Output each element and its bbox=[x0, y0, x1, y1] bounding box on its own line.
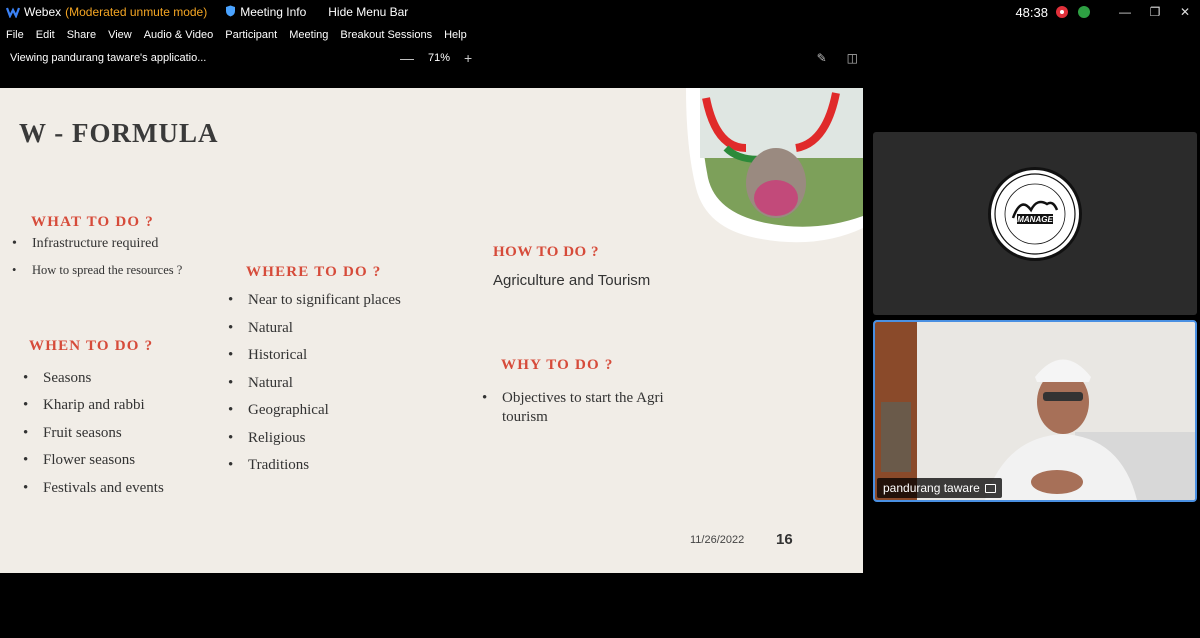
share-view-bar: Viewing pandurang taware's applicatio...… bbox=[0, 48, 866, 68]
network-status-icon[interactable] bbox=[1078, 6, 1090, 18]
list-item: Natural bbox=[228, 375, 293, 392]
zoom-control: — 71% + bbox=[400, 50, 472, 66]
participant-name-tag: pandurang taware bbox=[877, 478, 1002, 498]
list-item: Historical bbox=[228, 347, 307, 364]
meeting-timer: 48:38 bbox=[1015, 4, 1048, 20]
meeting-info-button[interactable]: Meeting Info bbox=[240, 5, 306, 19]
moderated-mode-label: (Moderated unmute mode) bbox=[65, 5, 208, 19]
zoom-in-button[interactable]: + bbox=[464, 50, 472, 66]
recording-icon[interactable] bbox=[1056, 6, 1068, 18]
heading-why-to-do: WHY TO DO ? bbox=[501, 357, 614, 373]
list-item-continuation: tourism bbox=[502, 409, 548, 425]
list-item: How to spread the resources ? bbox=[12, 263, 182, 278]
annotate-icon[interactable]: ✎ bbox=[817, 51, 827, 65]
zoom-level: 71% bbox=[428, 52, 451, 64]
hide-menu-bar-button[interactable]: Hide Menu Bar bbox=[328, 5, 408, 19]
heading-when-to-do: WHEN TO DO ? bbox=[29, 338, 154, 354]
list-item: Natural bbox=[228, 320, 293, 337]
menu-bar: File Edit Share View Audio & Video Parti… bbox=[0, 26, 472, 44]
heading-how-to-do: HOW TO DO ? bbox=[493, 244, 599, 260]
restore-icon[interactable]: ❐ bbox=[1140, 5, 1170, 19]
list-item: Flower seasons bbox=[23, 452, 135, 469]
heading-where-to-do: WHERE TO DO ? bbox=[246, 264, 382, 280]
slide-date: 11/26/2022 bbox=[690, 534, 745, 546]
list-item: Seasons bbox=[23, 370, 91, 387]
menu-file[interactable]: File bbox=[6, 29, 24, 41]
menu-audio-video[interactable]: Audio & Video bbox=[144, 29, 214, 41]
list-item: Objectives to start the Agri bbox=[482, 390, 664, 407]
menu-breakout-sessions[interactable]: Breakout Sessions bbox=[340, 29, 432, 41]
slide-title: W - FORMULA bbox=[19, 118, 219, 148]
webex-logo-icon bbox=[6, 6, 20, 18]
menu-share[interactable]: Share bbox=[67, 29, 96, 41]
participant-video-tile-logo[interactable]: MANAGE bbox=[873, 132, 1197, 315]
app-name: Webex bbox=[24, 5, 62, 19]
viewing-label: Viewing pandurang taware's applicatio... bbox=[10, 52, 207, 64]
list-item: Fruit seasons bbox=[23, 425, 122, 442]
manage-logo: MANAGE bbox=[988, 167, 1082, 261]
participant-video-tile-speaker[interactable]: pandurang taware bbox=[873, 320, 1197, 502]
logo-text: MANAGE bbox=[1017, 215, 1053, 224]
zoom-out-button[interactable]: — bbox=[400, 50, 414, 66]
shield-icon bbox=[225, 5, 236, 20]
slide-page-number: 16 bbox=[776, 531, 793, 548]
shared-slide: W - FORMULA WHAT TO DO ? Infrastructure … bbox=[0, 88, 863, 573]
list-item: Kharip and rabbi bbox=[23, 397, 145, 414]
minimize-icon[interactable]: — bbox=[1110, 5, 1140, 19]
heading-what-to-do: WHAT TO DO ? bbox=[31, 214, 154, 230]
list-item: Festivals and events bbox=[23, 480, 164, 497]
menu-meeting[interactable]: Meeting bbox=[289, 29, 328, 41]
list-item: Traditions bbox=[228, 457, 309, 474]
title-bar: Webex (Moderated unmute mode) Meeting In… bbox=[0, 0, 1200, 24]
menu-participant[interactable]: Participant bbox=[225, 29, 277, 41]
list-item: Infrastructure required bbox=[12, 236, 158, 252]
menu-edit[interactable]: Edit bbox=[36, 29, 55, 41]
pop-out-icon[interactable]: ◫ bbox=[847, 51, 858, 65]
list-item: Geographical bbox=[228, 402, 329, 419]
manage-logo-icon: MANAGE bbox=[994, 173, 1076, 255]
slide-decorative-image bbox=[686, 88, 863, 243]
menu-view[interactable]: View bbox=[108, 29, 132, 41]
menu-help[interactable]: Help bbox=[444, 29, 467, 41]
close-icon[interactable]: ✕ bbox=[1170, 5, 1200, 19]
participant-name: pandurang taware bbox=[883, 481, 980, 495]
speaker-video-frame bbox=[875, 322, 1195, 500]
list-item: Near to significant places bbox=[228, 292, 401, 309]
sharing-icon bbox=[984, 483, 996, 493]
list-item: Religious bbox=[228, 430, 305, 447]
how-to-do-text: Agriculture and Tourism bbox=[493, 272, 651, 289]
